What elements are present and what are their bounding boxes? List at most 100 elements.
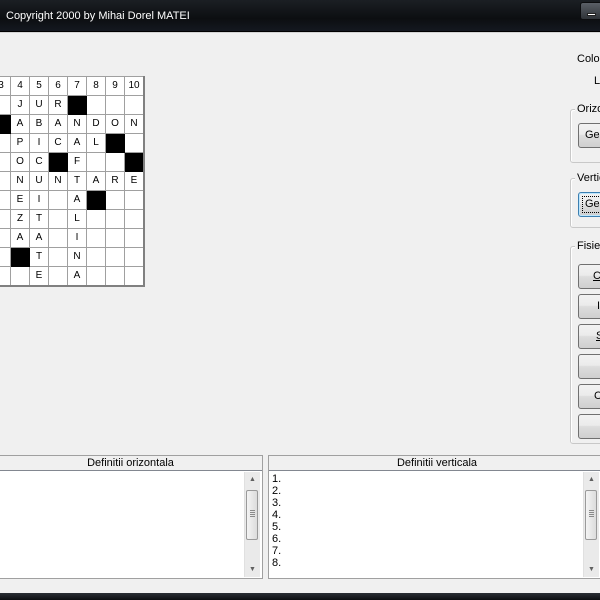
crossword-grid[interactable]: 3 4 5 6 7 8 9 10 J U R A B A N D O N P I C A L O C F N U N T A R E E I A Z T L… [0,76,145,287]
black-cell[interactable] [86,190,106,210]
grid-cell[interactable] [86,247,106,267]
grid-cell[interactable]: B [29,114,49,134]
black-cell[interactable] [10,247,30,267]
grid-cell[interactable] [105,209,125,229]
vertical-definitions-list[interactable]: 1. 2. 3. 4. 5. 6. 7. 8. ▲ ▼ [269,470,600,578]
grid-cell[interactable] [124,133,145,153]
grid-cell[interactable] [124,190,145,210]
grid-cell[interactable] [48,190,68,210]
black-cell[interactable] [105,133,125,153]
grid-cell[interactable] [10,266,30,287]
horizontal-definitions-scrollbar[interactable]: ▲ ▼ [244,472,260,577]
grid-cell[interactable]: N [124,114,145,134]
grid-cell[interactable] [0,228,11,248]
grid-cell[interactable]: T [29,209,49,229]
grid-cell[interactable] [48,247,68,267]
grid-cell[interactable]: A [67,190,87,210]
grid-cell[interactable]: I [29,133,49,153]
grid-cell[interactable] [124,209,145,229]
grid-cell[interactable]: A [29,228,49,248]
minimize-button[interactable] [580,2,600,20]
grid-cell[interactable]: A [67,133,87,153]
scroll-up-arrow-icon[interactable]: ▲ [245,472,260,487]
grid-cell[interactable]: T [67,171,87,191]
grid-cell[interactable] [124,247,145,267]
grid-cell[interactable]: O [105,114,125,134]
grid-cell[interactable] [124,95,145,115]
generate-horizontal-button[interactable]: Gen [578,123,600,148]
grid-cell[interactable]: N [67,114,87,134]
grid-cell[interactable]: Z [10,209,30,229]
grid-cell[interactable]: N [10,171,30,191]
grid-cell[interactable]: U [29,171,49,191]
grid-cell[interactable] [86,209,106,229]
grid-cell[interactable]: T [29,247,49,267]
grid-cell[interactable]: F [67,152,87,172]
grid-cell[interactable] [48,209,68,229]
grid-cell[interactable] [0,190,11,210]
black-cell[interactable] [48,152,68,172]
grid-cell[interactable]: A [86,171,106,191]
grid-cell[interactable] [105,247,125,267]
file-button-2[interactable]: I [578,294,600,319]
grid-cell[interactable] [0,152,11,172]
grid-cell[interactable]: D [86,114,106,134]
grid-cell[interactable]: E [29,266,49,287]
grid-cell[interactable]: I [67,228,87,248]
grid-cell[interactable]: C [29,152,49,172]
grid-cell[interactable]: A [10,228,30,248]
grid-cell[interactable]: U [29,95,49,115]
grid-cell[interactable]: J [10,95,30,115]
grid-cell[interactable] [86,266,106,287]
grid-cell[interactable] [105,228,125,248]
grid-cell[interactable]: A [48,114,68,134]
grid-cell[interactable] [105,95,125,115]
file-button-4[interactable] [578,354,600,379]
grid-cell[interactable]: L [86,133,106,153]
grid-cell[interactable] [105,266,125,287]
grid-cell[interactable] [0,209,11,229]
file-button-6[interactable] [578,414,600,439]
grid-cell[interactable]: R [48,95,68,115]
grid-cell[interactable]: E [124,171,145,191]
grid-cell[interactable]: I [29,190,49,210]
grid-cell[interactable]: E [10,190,30,210]
grid-cell[interactable] [48,228,68,248]
grid-cell[interactable] [0,133,11,153]
grid-cell[interactable]: N [67,247,87,267]
grid-cell[interactable]: O [10,152,30,172]
file-button-3[interactable]: S [578,324,600,349]
grid-cell[interactable]: A [67,266,87,287]
grid-cell[interactable] [86,152,106,172]
grid-cell[interactable] [86,228,106,248]
grid-cell[interactable] [0,171,11,191]
grid-cell[interactable] [124,266,145,287]
scroll-down-arrow-icon[interactable]: ▼ [245,562,260,577]
horizontal-definitions-list[interactable]: ▲ ▼ [0,470,262,578]
black-cell[interactable] [124,152,145,172]
scroll-up-arrow-icon[interactable]: ▲ [584,472,599,487]
grid-cell[interactable] [48,266,68,287]
scroll-down-arrow-icon[interactable]: ▼ [584,562,599,577]
vertical-definitions-scrollbar[interactable]: ▲ ▼ [583,472,599,577]
grid-cell[interactable]: R [105,171,125,191]
file-button-5[interactable]: C [578,384,600,409]
grid-cell[interactable] [0,95,11,115]
black-cell[interactable] [0,114,11,134]
grid-cell[interactable] [105,152,125,172]
grid-cell[interactable]: L [67,209,87,229]
grid-cell[interactable]: C [48,133,68,153]
black-cell[interactable] [67,95,87,115]
grid-cell[interactable]: P [10,133,30,153]
grid-cell[interactable] [124,228,145,248]
grid-cell[interactable] [105,190,125,210]
grid-cell[interactable]: N [48,171,68,191]
scrollbar-thumb[interactable] [585,490,597,540]
scrollbar-thumb[interactable] [246,490,258,540]
grid-cell[interactable] [0,247,11,267]
file-button-1[interactable]: Co [578,264,600,289]
grid-cell[interactable] [0,266,11,287]
grid-cell[interactable]: A [10,114,30,134]
grid-cell[interactable] [86,95,106,115]
generate-vertical-button[interactable]: Gen [578,192,600,217]
